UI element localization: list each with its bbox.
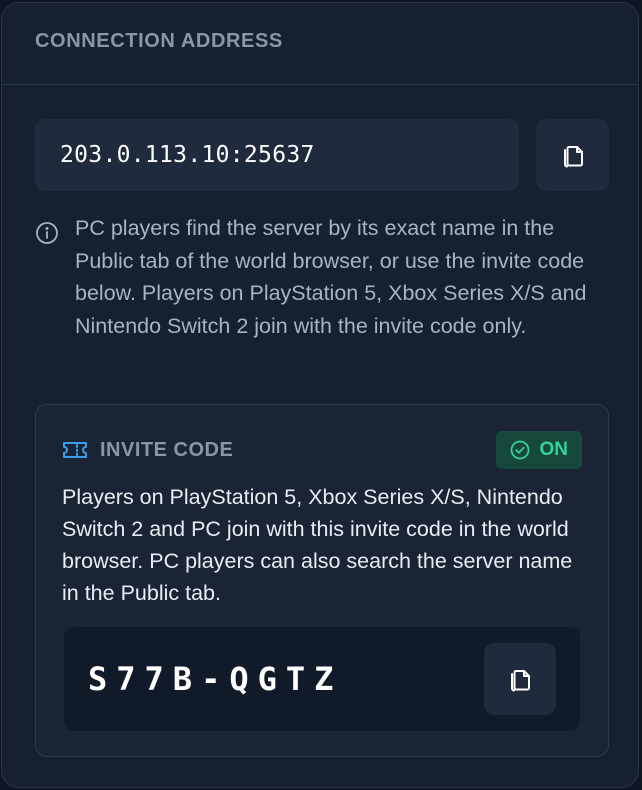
copy-icon [511,670,530,692]
connection-panel: CONNECTION ADDRESS 203.0.113.10:25637 PC… [1,2,639,788]
copy-invite-code-button[interactable] [484,643,556,715]
info-text: PC players find the server by its exact … [75,216,587,338]
invite-title: INVITE CODE [100,438,234,461]
info-note: PC players find the server by its exact … [35,212,609,342]
invite-code-box: S77B-QGTZ [64,627,580,731]
invite-code-card: INVITE CODE ON Players on PlayStation 5,… [35,404,609,757]
invite-header: INVITE CODE ON [62,431,582,469]
invite-description: Players on PlayStation 5, Xbox Series X/… [62,485,573,605]
invite-code-value[interactable]: S77B-QGTZ [88,627,342,731]
panel-header: CONNECTION ADDRESS [2,3,638,85]
check-circle-icon [510,440,529,460]
status-badge: ON [495,431,582,469]
copy-icon [563,146,583,168]
status-label: ON [539,439,569,460]
ticket-icon [63,442,87,458]
info-icon [35,212,61,342]
panel-title: CONNECTION ADDRESS [35,30,283,52]
copy-address-button[interactable] [536,119,609,191]
address-row: 203.0.113.10:25637 [35,119,609,191]
connection-address-field[interactable]: 203.0.113.10:25637 [35,119,519,191]
